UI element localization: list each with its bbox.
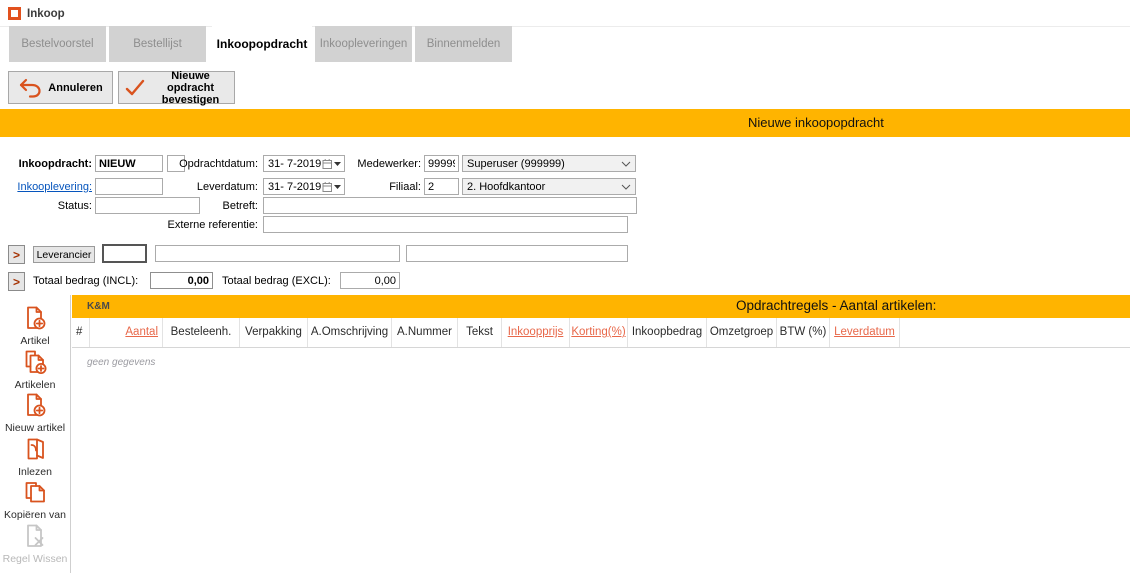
sidebar-item-regel-wissen[interactable]: Regel Wissen <box>0 523 70 565</box>
calendar-icon <box>322 181 333 193</box>
grid-empty-message: geen gegevens <box>87 357 155 368</box>
betreft-label: Betreft: <box>100 200 258 212</box>
confirm-button-label: Nieuwe opdracht bevestigen <box>152 70 230 106</box>
sidebar-item-inlezen[interactable]: Inlezen <box>0 436 70 478</box>
opdrachtdatum-label: Opdrachtdatum: <box>100 158 258 170</box>
column-header-besteleenh: Besteleenh. <box>163 318 240 347</box>
medewerker-select[interactable]: Superuser (999999) <box>462 155 636 172</box>
filiaal-selected-value: 2. Hoofdkantoor <box>467 181 621 193</box>
column-header-btw: BTW (%) <box>777 318 830 347</box>
sidebar-item-label: Artikelen <box>0 379 70 391</box>
sidebar-item-kopieren-van[interactable]: Kopiëren van <box>0 479 70 521</box>
sidebar-item-label: Artikel <box>0 335 70 347</box>
inkoopopdracht-label: Inkoopdracht: <box>0 158 92 170</box>
totaal-excl-input[interactable] <box>340 272 400 289</box>
new-order-banner: Nieuwe inkoopopdracht <box>0 109 1130 137</box>
banner-title: Nieuwe inkoopopdracht <box>748 115 884 130</box>
document-delete-icon <box>22 523 48 549</box>
sidebar-item-label: Nieuw artikel <box>0 422 70 434</box>
column-header-leverdatum[interactable]: Leverdatum <box>830 318 900 347</box>
grid-header-row: # Aantal Besteleenh. Verpakking A.Omschr… <box>72 318 1130 348</box>
inkoop-window: Inkoop Bestelvoorstel Bestellijst Inkoop… <box>0 0 1130 573</box>
medewerker-label: Medewerker: <box>340 158 421 170</box>
externe-referentie-input[interactable] <box>263 216 628 233</box>
tab-inkoopopdracht[interactable]: Inkoopopdracht <box>212 26 312 62</box>
opdrachtdatum-picker[interactable]: 31- 7-2019 <box>263 155 345 172</box>
tab-bestelvoorstel[interactable]: Bestelvoorstel <box>9 26 106 62</box>
leverdatum-picker[interactable]: 31- 7-2019 <box>263 178 345 195</box>
column-header-verpakking: Verpakking <box>240 318 308 347</box>
undo-arrow-icon <box>18 77 42 99</box>
documents-add-icon <box>22 349 48 375</box>
tab-bestellijst[interactable]: Bestellijst <box>109 26 206 62</box>
filiaal-label: Filiaal: <box>340 181 421 193</box>
app-icon <box>8 7 21 20</box>
column-header-aantal[interactable]: Aantal <box>90 318 163 347</box>
document-add-icon <box>22 305 48 331</box>
tab-inkoopleveringen[interactable]: Inkoopleveringen <box>315 26 412 62</box>
document-import-icon <box>22 436 48 462</box>
column-header-inkoopprijs[interactable]: Inkoopprijs <box>502 318 570 347</box>
opdrachtregels-bar: K&M Opdrachtregels - Aantal artikelen: <box>72 295 1130 318</box>
column-header-omschrijving: A.Omschrijving <box>308 318 392 347</box>
confirm-order-button[interactable]: Nieuwe opdracht bevestigen <box>118 71 235 104</box>
medewerker-code-input[interactable] <box>424 155 459 172</box>
medewerker-selected-value: Superuser (999999) <box>467 158 621 170</box>
cancel-button-label: Annuleren <box>48 82 102 94</box>
column-header-omzetgroep: Omzetgroep <box>707 318 777 347</box>
column-header-korting[interactable]: Korting(%) <box>570 318 628 347</box>
filiaal-select[interactable]: 2. Hoofdkantoor <box>462 178 636 195</box>
column-header-row-number: # <box>72 318 90 347</box>
sidebar-item-nieuw-artikel[interactable]: Nieuw artikel <box>0 392 70 434</box>
leverancier-name-input[interactable] <box>155 245 400 262</box>
chevron-down-icon <box>621 161 631 167</box>
sidebar-item-label: Regel Wissen <box>0 553 70 565</box>
tab-binnenmelden[interactable]: Binnenmelden <box>415 26 512 62</box>
inkooplevering-link[interactable]: Inkooplevering: <box>0 181 92 193</box>
calendar-icon <box>322 158 333 170</box>
document-new-icon <box>22 392 48 418</box>
leverdatum-value: 31- 7-2019 <box>268 181 322 193</box>
expand-leverancier-button[interactable]: > <box>8 245 25 264</box>
group-label: K&M <box>87 301 110 312</box>
column-header-inkoopbedrag: Inkoopbedrag <box>628 318 707 347</box>
copy-icon <box>22 479 48 505</box>
expand-totals-button[interactable]: > <box>8 272 25 291</box>
totaal-incl-input[interactable] <box>150 272 213 289</box>
leverancier-code-input[interactable] <box>102 244 147 263</box>
totaal-excl-label: Totaal bedrag (EXCL): <box>222 275 331 287</box>
betreft-input[interactable] <box>263 197 637 214</box>
externe-referentie-label: Externe referentie: <box>100 219 258 231</box>
filiaal-code-input[interactable] <box>424 178 459 195</box>
column-header-nummer: A.Nummer <box>392 318 458 347</box>
sidebar-item-artikel[interactable]: Artikel <box>0 305 70 347</box>
cancel-button[interactable]: Annuleren <box>8 71 113 104</box>
checkmark-icon <box>124 78 146 98</box>
opdrachtdatum-value: 31- 7-2019 <box>268 158 322 170</box>
sidebar-divider <box>70 295 71 573</box>
status-label: Status: <box>0 200 92 212</box>
sidebar-item-artikelen[interactable]: Artikelen <box>0 349 70 391</box>
leverancier-extra-input[interactable] <box>406 245 628 262</box>
window-title: Inkoop <box>27 8 65 20</box>
column-header-tekst: Tekst <box>458 318 502 347</box>
chevron-down-icon <box>621 184 631 190</box>
leverdatum-label: Leverdatum: <box>100 181 258 193</box>
totaal-incl-label: Totaal bedrag (INCL): <box>33 275 138 287</box>
leverancier-button[interactable]: Leverancier <box>33 246 95 263</box>
sidebar-item-label: Kopiëren van <box>0 509 70 521</box>
sidebar-item-label: Inlezen <box>0 466 70 478</box>
opdrachtregels-title: Opdrachtregels - Aantal artikelen: <box>736 298 936 313</box>
